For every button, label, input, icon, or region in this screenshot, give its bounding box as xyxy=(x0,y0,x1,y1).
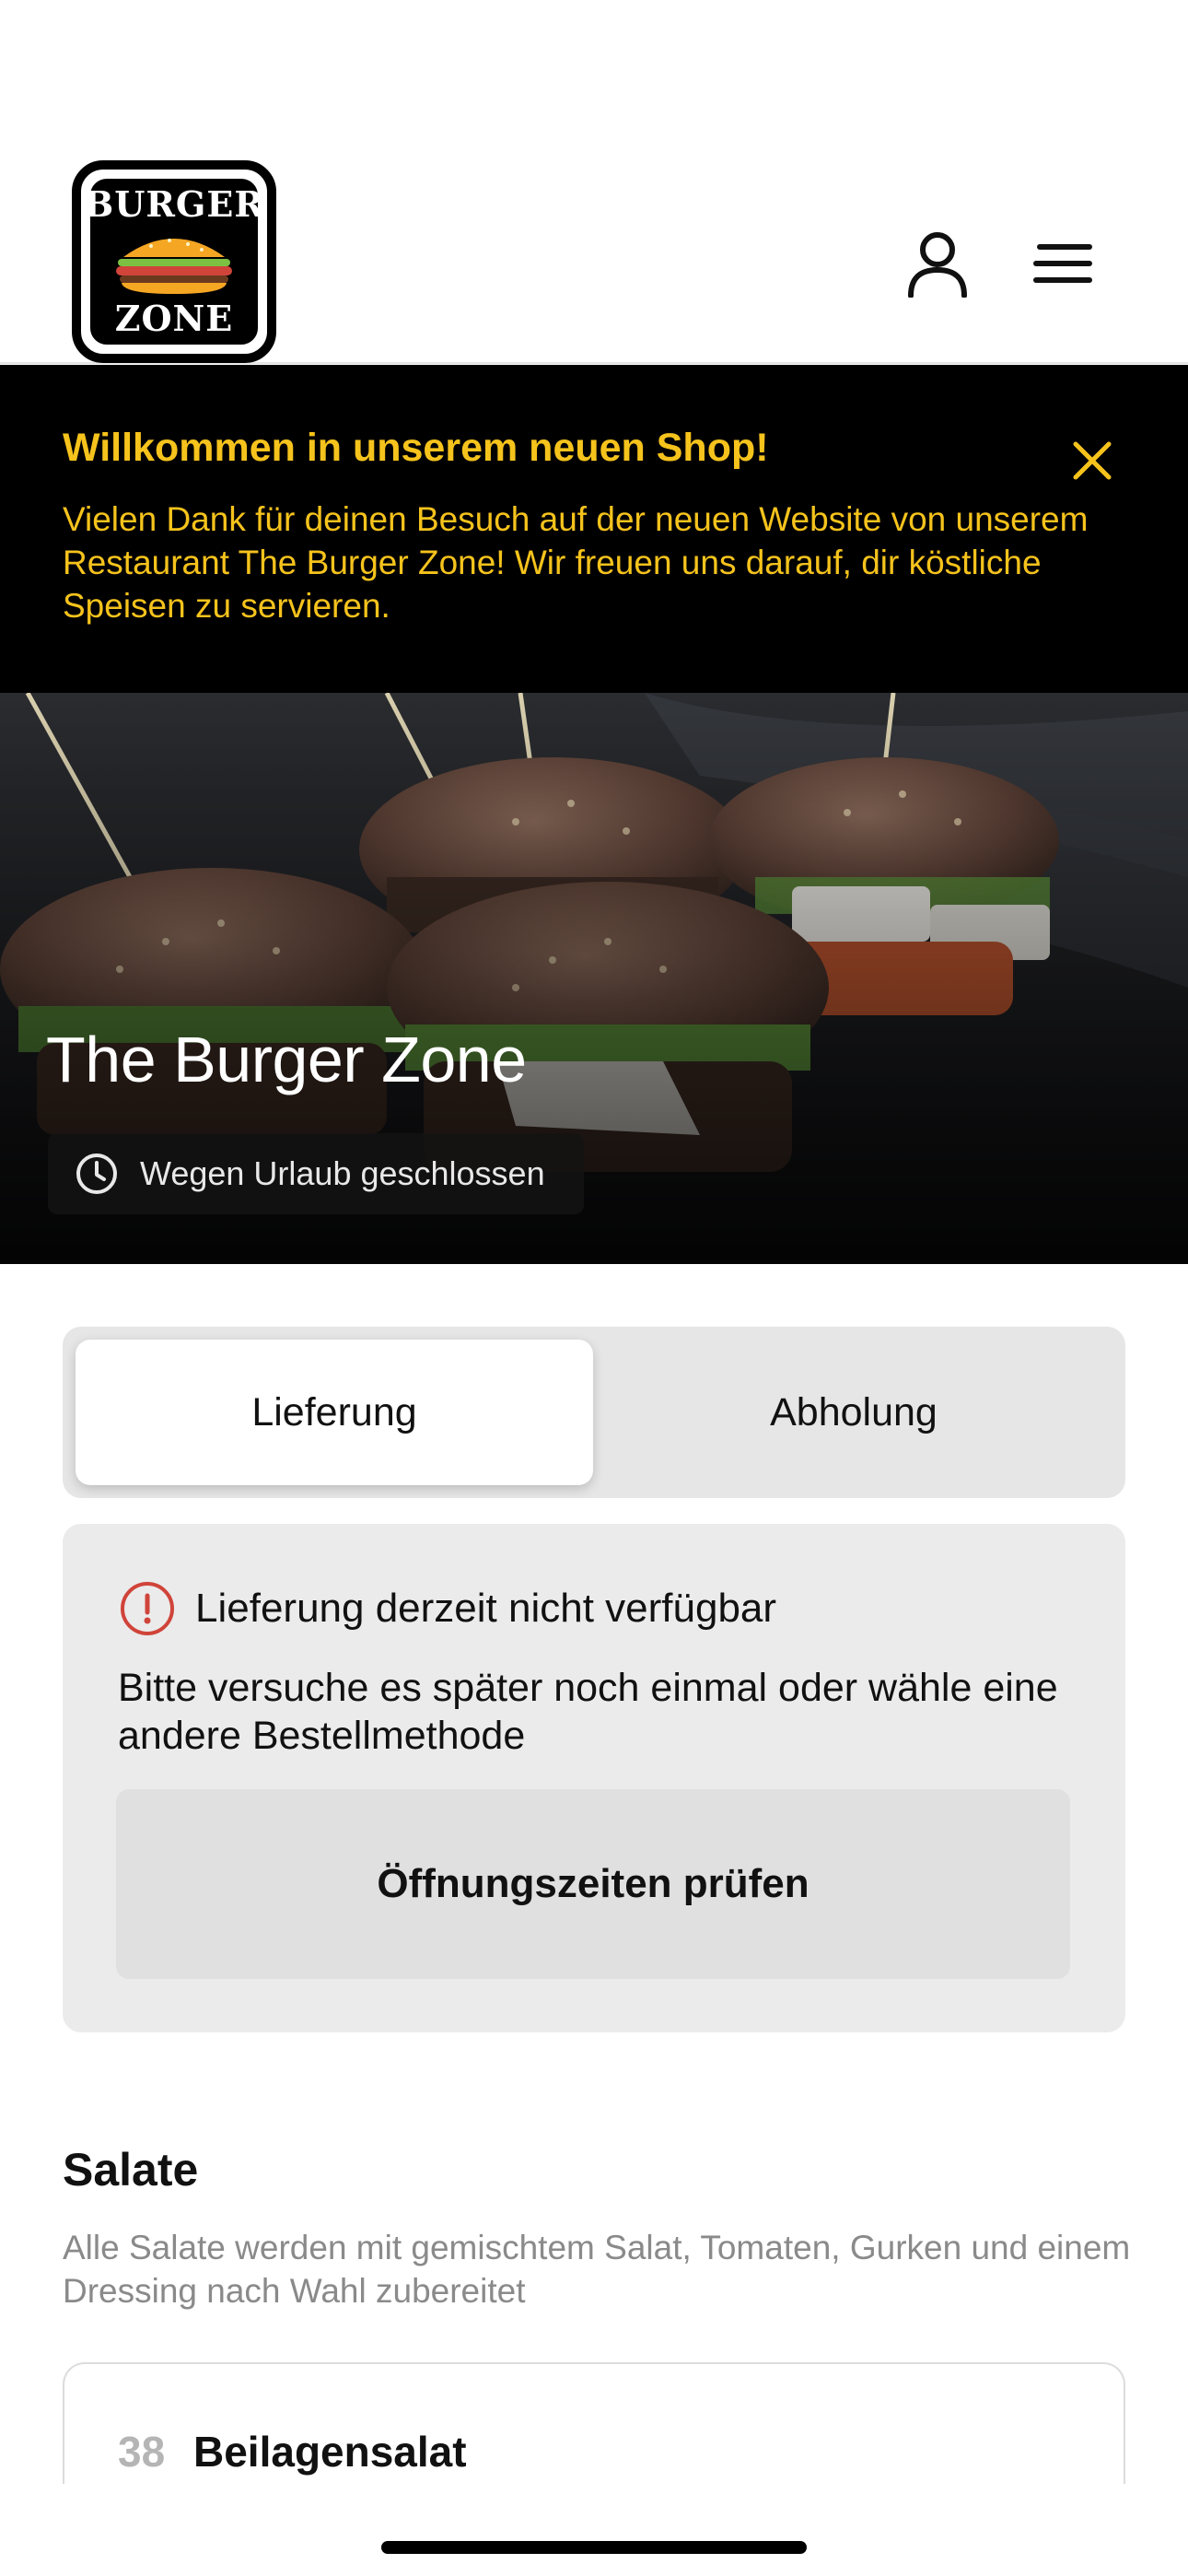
tab-lieferung[interactable]: Lieferung xyxy=(76,1340,593,1485)
site-header: BURGER ZONE xyxy=(0,0,1188,364)
notice-title: Lieferung derzeit nicht verfügbar xyxy=(195,1586,777,1631)
restaurant-name: The Burger Zone xyxy=(46,1024,527,1095)
section-description: Alle Salate werden mit gemischtem Salat,… xyxy=(63,2229,1131,2310)
burger-logo-icon xyxy=(116,239,232,294)
clock-icon xyxy=(76,1153,117,1194)
logo-text-bottom: ZONE xyxy=(114,298,234,339)
tab-abholung[interactable]: Abholung xyxy=(595,1340,1112,1485)
close-x-glyph xyxy=(1073,441,1112,480)
home-indicator[interactable] xyxy=(381,2541,807,2554)
order-mode-toggle: Lieferung Abholung xyxy=(63,1327,1125,1498)
section-title: Salate xyxy=(63,2144,199,2195)
logo-frame: BURGER ZONE xyxy=(84,173,264,350)
info-circle-icon xyxy=(121,1582,174,1635)
menu-item-name: Beilagensalat xyxy=(193,2428,467,2476)
notice-header: Lieferung derzeit nicht verfügbar xyxy=(118,1579,776,1638)
user-icon[interactable] xyxy=(901,227,974,300)
status-text: Wegen Urlaub geschlossen xyxy=(140,1154,545,1192)
banner-text: Vielen Dank für deinen Besuch auf der ne… xyxy=(63,500,1089,625)
user-icon-glyph xyxy=(908,232,967,298)
menu-item-number: 38 xyxy=(118,2428,166,2476)
hamburger-menu-icon[interactable] xyxy=(1026,227,1100,300)
delivery-unavailable-notice: Lieferung derzeit nicht verfügbar Bitte … xyxy=(63,1524,1125,2032)
logo-text-top: BURGER xyxy=(84,183,264,225)
banner-title: Willkommen in unserem neuen Shop! xyxy=(63,426,769,470)
menu-lines-glyph xyxy=(1033,244,1092,283)
notice-text: Bitte versuche es später noch einmal ode… xyxy=(118,1666,1058,1758)
status-badge: Wegen Urlaub geschlossen xyxy=(48,1133,584,1214)
bottom-safe-area xyxy=(0,2484,1188,2576)
check-opening-hours-button[interactable]: Öffnungszeiten prüfen xyxy=(116,1789,1070,1979)
burger-zone-logo[interactable]: BURGER ZONE xyxy=(72,160,276,363)
close-icon[interactable] xyxy=(1065,433,1120,488)
